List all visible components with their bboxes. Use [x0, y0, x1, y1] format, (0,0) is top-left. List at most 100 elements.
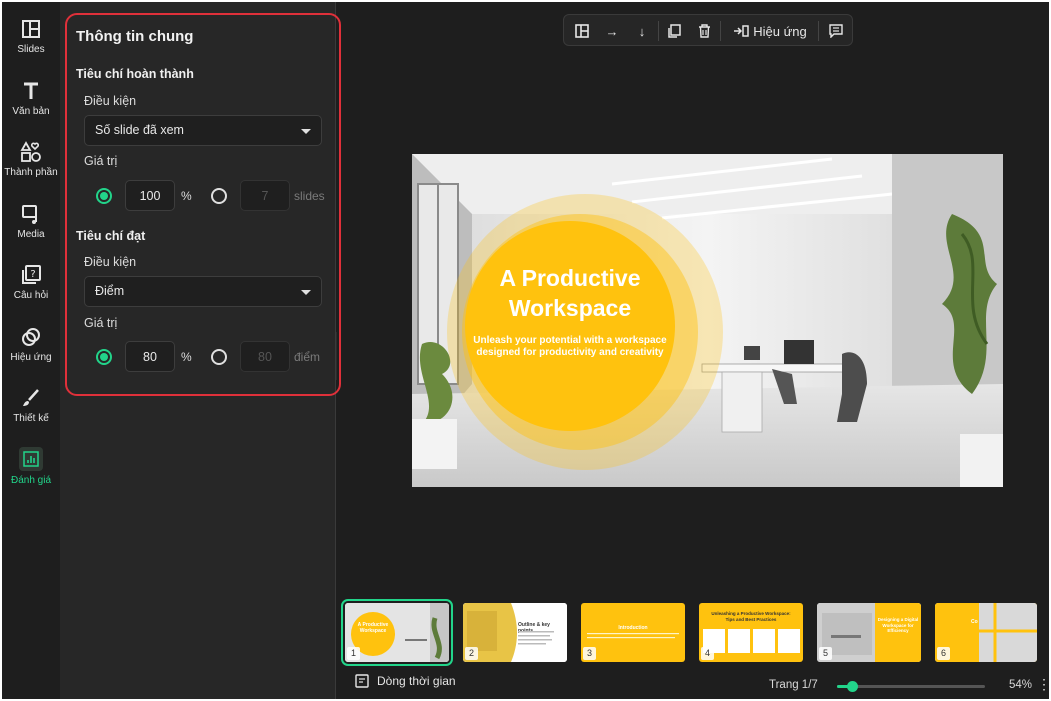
nav-item-assessment[interactable]: Đánh giá — [2, 435, 60, 495]
thumbnail-text-lines — [587, 633, 679, 639]
completion-value-label: Giá trị — [84, 154, 118, 168]
properties-panel: Thông tin chung Tiêu chí hoàn thành Điều… — [60, 2, 336, 699]
completion-condition-select[interactable]: Số slide đã xem — [84, 115, 322, 146]
svg-text:?: ? — [30, 269, 35, 280]
thumbnail-number: 4 — [701, 647, 714, 660]
thumbnail-number: 6 — [937, 647, 950, 660]
pass-criteria-title: Tiêu chí đạt — [76, 229, 146, 243]
slide-thumbnail-2[interactable]: Outline & key points 2 — [463, 603, 567, 662]
slide-toolbar: → ↓ Hiệu ứng — [563, 14, 853, 46]
slide-thumbnail-4[interactable]: Unleashing a Productive Workspace: Tips … — [699, 603, 803, 662]
panel-title: Thông tin chung — [76, 28, 194, 45]
completion-percent-input[interactable] — [125, 180, 175, 211]
nav-label: Media — [17, 229, 45, 240]
thumbnail-number: 2 — [465, 647, 478, 660]
thumbnail-number: 3 — [583, 647, 596, 660]
slide-subtitle-line: designed for productivity and creativity — [476, 347, 664, 358]
completion-condition-value: Số slide đã xem — [95, 123, 184, 137]
slide-thumbnail-5[interactable]: Designing a Digital Workspace for Effici… — [817, 603, 921, 662]
left-nav: Slides Văn bản Thành phần Media ? Câu hỏ… — [2, 2, 60, 699]
thumbnail-cards — [703, 629, 800, 653]
divider — [658, 21, 659, 41]
completion-slides-radio[interactable] — [211, 188, 227, 204]
nav-item-design[interactable]: Thiết kế — [2, 373, 60, 433]
thumbnail-title: Co — [971, 619, 978, 625]
thumbnail-title: A Productive Workspace — [357, 622, 389, 634]
slide-subtitle-line: Unleash your potential with a workspace — [473, 335, 667, 346]
notes-button[interactable] — [822, 15, 850, 47]
shapes-icon — [20, 141, 41, 162]
thumbnail-number: 5 — [819, 647, 832, 660]
completion-percent-radio[interactable] — [96, 188, 112, 204]
nav-item-media[interactable]: Media — [2, 189, 60, 249]
slides-unit: slides — [294, 189, 325, 203]
nav-label: Thành phần — [4, 167, 58, 178]
timeline-icon — [355, 674, 369, 688]
zoom-value: 54% — [1009, 679, 1033, 691]
pass-points-input[interactable] — [240, 341, 290, 372]
nav-label: Slides — [17, 44, 45, 55]
effects-label: Hiệu ứng — [753, 23, 807, 39]
points-unit: điểm — [294, 350, 321, 364]
slide-canvas[interactable]: A Productive Workspace Unleash your pote… — [412, 154, 1003, 487]
nav-label: Thiết kế — [13, 413, 49, 424]
slide-thumbnail-3[interactable]: Introduction 3 — [581, 603, 685, 662]
divider — [818, 21, 819, 41]
nav-item-slides[interactable]: Slides — [2, 4, 60, 64]
thumbnail-text-lines — [518, 631, 554, 645]
pass-condition-value: Điểm — [95, 284, 125, 298]
slide-title-line: A Productive — [499, 265, 641, 291]
slide-thumbnail-1[interactable]: A Productive Workspace 1 — [341, 599, 453, 666]
effect-icon — [22, 328, 40, 346]
slide-title[interactable]: A Productive Workspace — [452, 263, 688, 323]
pass-points-radio[interactable] — [211, 349, 227, 365]
thumbnail-image — [935, 603, 1037, 662]
pass-condition-select[interactable]: Điểm — [84, 276, 322, 307]
slide-subtitle[interactable]: Unleash your potential with a workspace … — [450, 335, 690, 359]
layout-icon — [575, 24, 589, 38]
thumbnail-title: Designing a Digital Workspace for Effici… — [877, 617, 919, 633]
more-options-icon[interactable]: ⋮ — [1037, 676, 1049, 693]
percent-unit: % — [181, 350, 192, 364]
move-right-button[interactable]: → — [598, 15, 626, 47]
percent-unit: % — [181, 189, 192, 203]
nav-label: Hiệu ứng — [10, 352, 52, 363]
delete-button[interactable] — [690, 15, 718, 47]
status-bar: Dòng thời gian Trang 1/7 54% ⋮ — [337, 670, 1049, 699]
slide-thumbnail-6[interactable]: Co 6 — [935, 603, 1037, 662]
arrow-right-icon: → — [605, 23, 619, 39]
move-down-button[interactable]: ↓ — [628, 15, 656, 47]
zoom-slider-handle[interactable] — [846, 681, 858, 692]
completion-condition-label: Điều kiện — [84, 94, 137, 108]
duplicate-button[interactable] — [660, 15, 688, 47]
completion-slides-input[interactable] — [240, 180, 290, 211]
chart-icon — [19, 447, 43, 471]
pass-percent-input[interactable] — [125, 341, 175, 372]
timeline-button[interactable]: Dòng thời gian — [355, 674, 456, 688]
thumbnail-number: 1 — [347, 647, 360, 660]
transition-icon — [734, 25, 749, 37]
slide-filmstrip: A Productive Workspace 1 Outline & key p… — [337, 598, 1049, 666]
pass-percent-radio[interactable] — [96, 349, 112, 365]
nav-label: Đánh giá — [10, 475, 52, 486]
nav-item-effects[interactable]: Hiệu ứng — [2, 312, 60, 372]
pass-value-label: Giá trị — [84, 316, 118, 330]
question-icon: ? — [22, 265, 41, 284]
completion-criteria-title: Tiêu chí hoàn thành — [76, 67, 194, 81]
nav-item-questions[interactable]: ? Câu hỏi — [2, 250, 60, 310]
nav-item-text[interactable]: Văn bản — [2, 66, 60, 126]
layout-button[interactable] — [568, 15, 596, 47]
pass-condition-label: Điều kiện — [84, 255, 137, 269]
brush-icon — [23, 389, 39, 406]
zoom-slider[interactable] — [837, 681, 985, 692]
comment-icon — [829, 24, 843, 38]
trash-icon — [698, 24, 710, 38]
divider — [720, 21, 721, 41]
timeline-label: Dòng thời gian — [377, 674, 456, 688]
canvas-area: → ↓ Hiệu ứng A Productive Workspace Unle… — [337, 2, 1049, 699]
chevron-down-icon — [301, 129, 311, 134]
chevron-down-icon — [301, 290, 311, 295]
effects-button[interactable]: Hiệu ứng — [724, 15, 816, 47]
nav-item-components[interactable]: Thành phần — [2, 127, 60, 187]
arrow-down-icon: ↓ — [638, 23, 646, 39]
